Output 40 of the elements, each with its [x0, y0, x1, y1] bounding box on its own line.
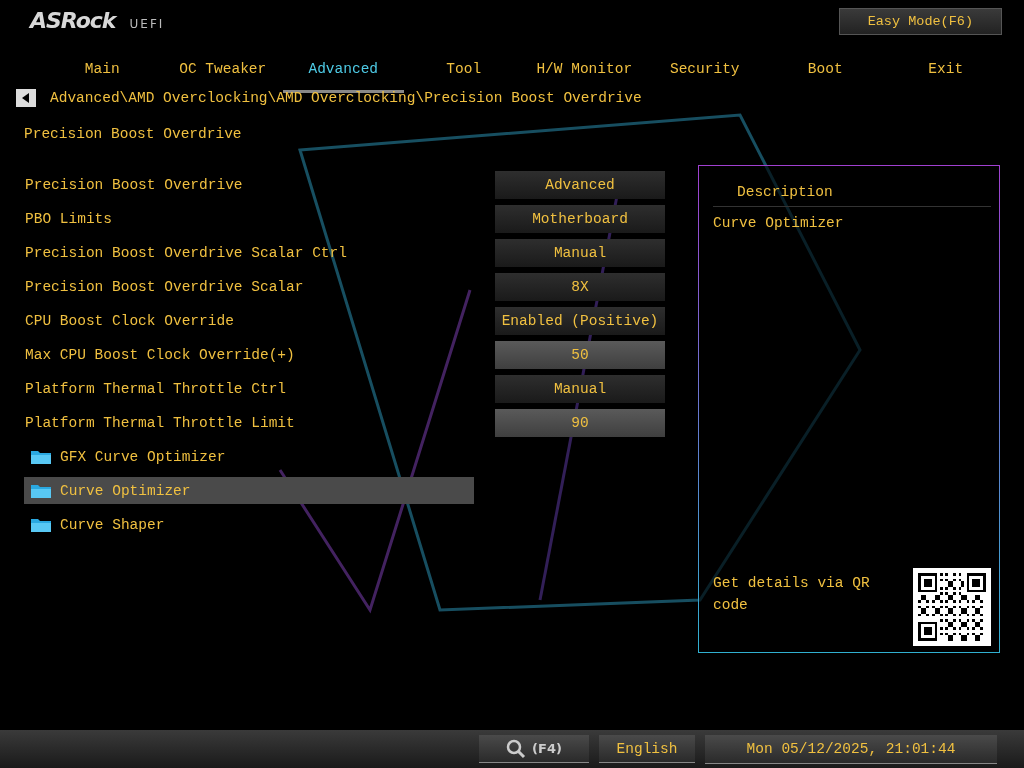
language-button[interactable]: English — [599, 735, 695, 763]
option-button[interactable]: Advanced — [495, 171, 665, 199]
description-title: Description — [713, 166, 991, 207]
setting-label: Precision Boost Overdrive Scalar — [25, 279, 305, 295]
option-button[interactable]: Motherboard — [495, 205, 665, 233]
search-button[interactable]: (F4) — [479, 735, 589, 763]
breadcrumb: Advanced\AMD Overclocking\AMD Overclocking\Precision Boost Overdrive — [50, 90, 642, 106]
page-title: Precision Boost Overdrive — [24, 126, 243, 144]
setting-label: CPU Boost Clock Override — [25, 313, 235, 329]
folder-icon — [30, 482, 52, 499]
setting-label: Precision Boost Overdrive Scalar Ctrl — [25, 245, 348, 261]
option-button[interactable]: Manual — [495, 375, 665, 403]
logo-suffix: UEFI — [129, 17, 165, 31]
datetime: Mon 05/12/2025, 21:01:44 — [705, 734, 997, 764]
menu-tab[interactable]: Exit — [885, 46, 1006, 93]
search-icon — [506, 738, 527, 759]
setting-label: Precision Boost Overdrive — [25, 177, 244, 193]
back-arrow-icon — [22, 93, 30, 103]
option-button[interactable]: Manual — [495, 239, 665, 267]
submenu-item[interactable]: Curve Shaper — [24, 511, 474, 538]
setting-label: Max CPU Boost Clock Override(+) — [25, 347, 296, 363]
setting-label: PBO Limits — [25, 211, 113, 227]
option-button[interactable]: 8X — [495, 273, 665, 301]
value-field[interactable]: 50 — [495, 341, 665, 369]
setting-label: Platform Thermal Throttle Ctrl — [25, 381, 288, 397]
shortcut-key: (F4) — [532, 741, 562, 756]
submenu-item[interactable]: Curve Optimizer — [24, 477, 474, 504]
logo: ASRock — [30, 8, 116, 33]
submenu-item[interactable]: GFX Curve Optimizer — [24, 443, 474, 470]
folder-icon — [30, 516, 52, 533]
description-text: Curve Optimizer — [713, 215, 845, 233]
folder-icon — [30, 448, 52, 465]
menu-tab[interactable]: Security — [644, 46, 765, 93]
option-button[interactable]: Enabled (Positive) — [495, 307, 665, 335]
qr-caption: Get details via QR code — [713, 574, 871, 615]
back-button[interactable] — [16, 89, 36, 107]
easy-mode-button[interactable]: Easy Mode(F6) — [838, 8, 1002, 35]
menu-tab[interactable]: Boot — [765, 46, 886, 93]
value-field[interactable]: 90 — [495, 409, 665, 437]
setting-label: Platform Thermal Throttle Limit — [25, 415, 296, 431]
